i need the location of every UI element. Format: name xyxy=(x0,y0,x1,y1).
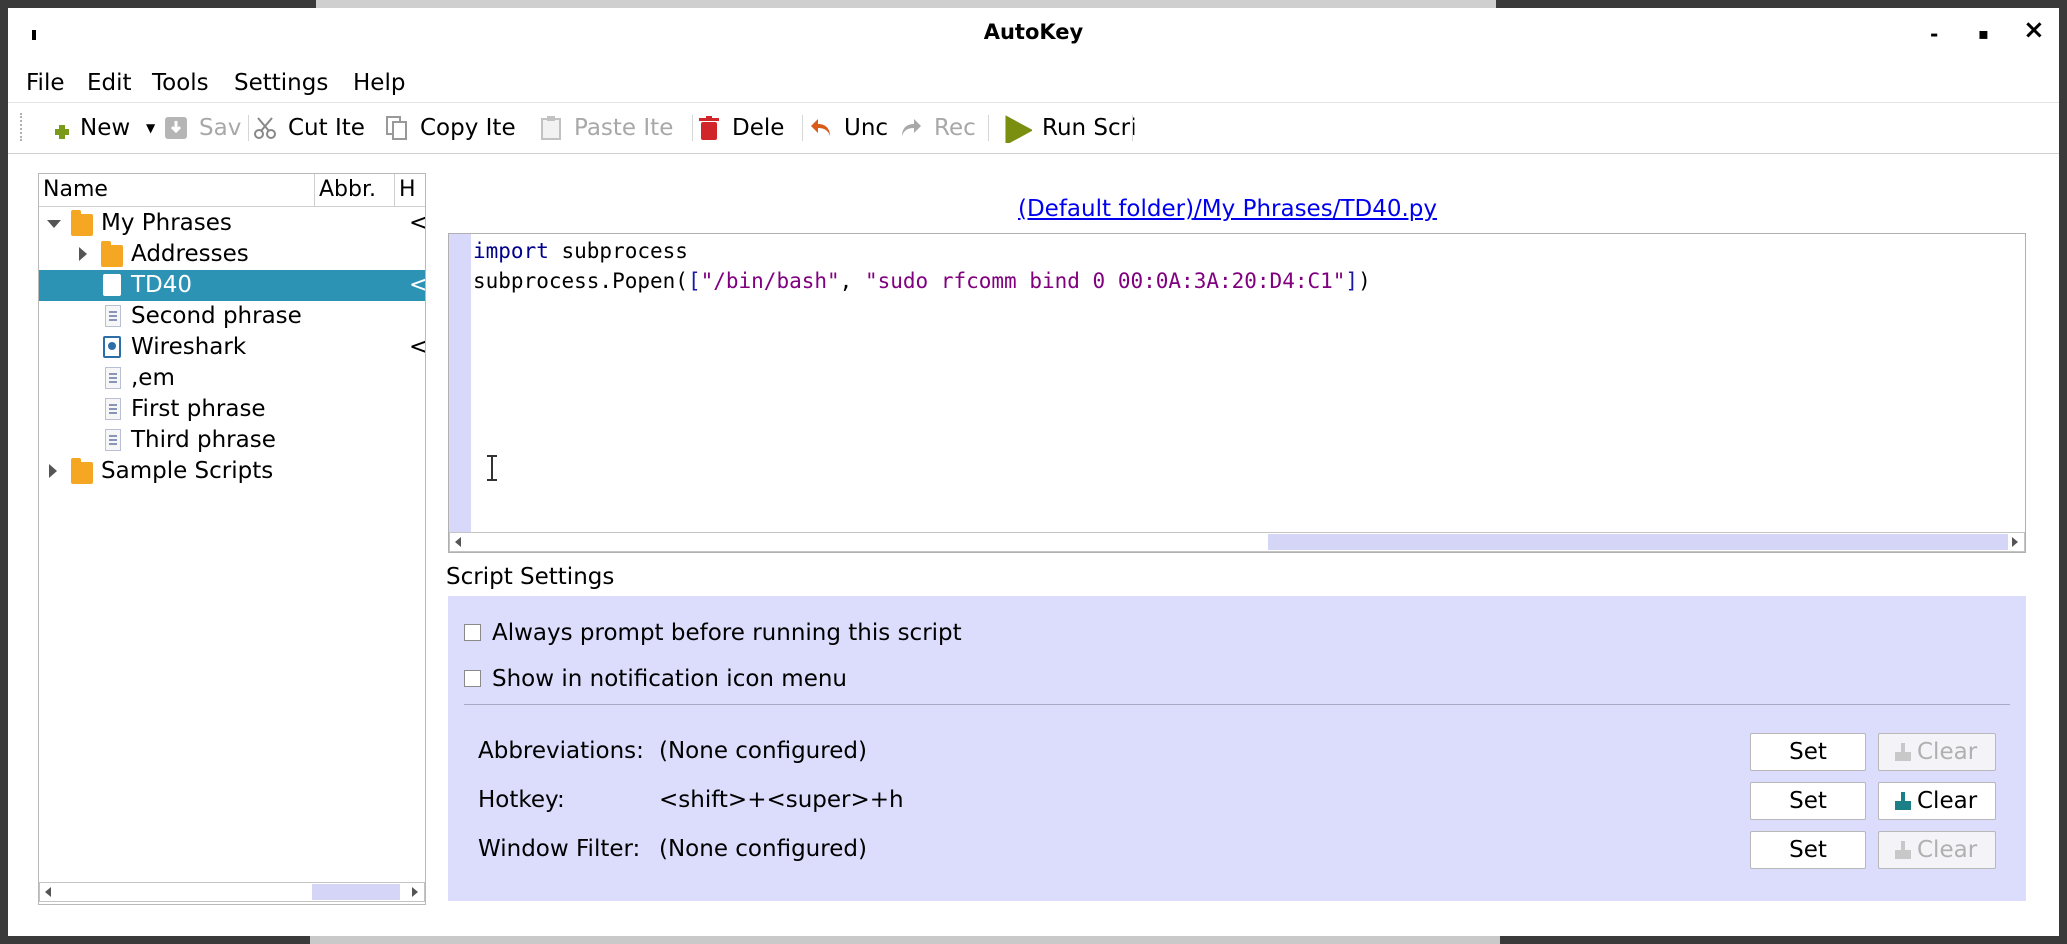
undo-button[interactable]: Unc xyxy=(808,103,894,153)
code-text: import subprocess subprocess.Popen(["/bi… xyxy=(473,239,1371,293)
checkbox-box[interactable] xyxy=(464,624,481,641)
hotkey-set-button[interactable]: Set xyxy=(1750,782,1866,820)
abbreviations-set-button[interactable]: Set xyxy=(1750,733,1866,771)
new-button[interactable]: New ▼ xyxy=(50,103,158,153)
chevron-down-icon[interactable] xyxy=(47,220,61,228)
tree-item-third-phrase[interactable]: Third phrase xyxy=(39,425,425,456)
delete-button[interactable]: Dele xyxy=(696,103,800,153)
trash-icon xyxy=(699,116,719,140)
scroll-left-icon[interactable] xyxy=(455,537,461,547)
menu-tools[interactable]: Tools xyxy=(152,70,209,96)
column-abbr-header[interactable]: Abbr. xyxy=(315,174,395,206)
toolbar-grip[interactable] xyxy=(20,113,25,141)
background-window-edge xyxy=(316,0,1496,8)
scrollbar-thumb[interactable] xyxy=(312,884,400,900)
background-window-edge xyxy=(310,936,1500,944)
tree-item-wireshark[interactable]: Wireshark < xyxy=(39,332,425,363)
folder-icon xyxy=(71,210,93,236)
add-icon xyxy=(55,125,69,139)
play-icon xyxy=(1005,115,1032,143)
chevron-down-icon: ▼ xyxy=(146,121,156,135)
menu-file[interactable]: File xyxy=(26,70,65,96)
scroll-right-icon[interactable] xyxy=(2012,537,2018,547)
close-button[interactable]: × xyxy=(2023,17,2045,43)
phrase-icon xyxy=(105,429,121,451)
folder-tree[interactable]: Name Abbr. H My Phrases < Addresses TD40… xyxy=(38,173,426,905)
hotkey-value: <shift>+<super>+h xyxy=(659,787,904,813)
clear-icon xyxy=(1895,743,1911,761)
cut-button[interactable]: Cut Ite xyxy=(252,103,380,153)
phrase-icon xyxy=(105,398,121,420)
hotkey-clear-button[interactable]: Clear xyxy=(1878,782,1996,820)
tree-item-em[interactable]: ,em xyxy=(39,363,425,394)
tree-horizontal-scrollbar[interactable] xyxy=(39,882,425,902)
column-hotkey-header[interactable]: H xyxy=(395,174,425,206)
tree-item-first-phrase[interactable]: First phrase xyxy=(39,394,425,425)
title-bar: AutoKey - ▪ × xyxy=(8,8,2059,58)
window-filter-set-button[interactable]: Set xyxy=(1750,831,1866,869)
phrase-icon xyxy=(105,305,121,327)
script-icon xyxy=(103,274,121,296)
paste-icon xyxy=(541,116,561,140)
toolbar-separator xyxy=(1132,115,1133,141)
script-settings-title: Script Settings xyxy=(446,564,615,590)
folder-icon xyxy=(101,241,123,267)
menu-settings[interactable]: Settings xyxy=(234,70,328,96)
redo-icon xyxy=(902,119,921,136)
clear-icon xyxy=(1895,792,1911,810)
scroll-right-icon[interactable] xyxy=(412,887,418,897)
abbreviations-clear-button[interactable]: Clear xyxy=(1878,733,1996,771)
save-button[interactable]: Sa​v xyxy=(163,103,245,153)
maximize-button[interactable]: ▪ xyxy=(1978,22,1989,46)
tree-item-second-phrase[interactable]: Second phrase xyxy=(39,301,425,332)
folder-icon xyxy=(71,458,93,484)
settings-divider xyxy=(464,704,2010,705)
copy-button[interactable]: Copy Ite xyxy=(384,103,532,153)
scroll-left-icon[interactable] xyxy=(45,887,51,897)
tree-item-my-phrases[interactable]: My Phrases < xyxy=(39,208,425,239)
menu-edit[interactable]: Edit xyxy=(87,70,132,96)
abbreviations-label: Abbreviations: xyxy=(478,738,644,764)
text-cursor-icon xyxy=(487,455,497,481)
chevron-right-icon[interactable] xyxy=(79,247,87,261)
tree-item-sample-scripts[interactable]: Sample Scripts xyxy=(39,456,425,487)
run-script-button[interactable]: Run Scri xyxy=(996,103,1144,153)
editor-horizontal-scrollbar[interactable] xyxy=(449,532,2025,552)
clear-icon xyxy=(1895,841,1911,859)
copy-icon xyxy=(386,116,407,140)
window-filter-clear-button[interactable]: Clear xyxy=(1878,831,1996,869)
autokey-window: AutoKey - ▪ × File Edit Tools Settings H… xyxy=(8,8,2059,936)
minimize-button[interactable]: - xyxy=(1930,22,1938,46)
abbreviations-value: (None configured) xyxy=(659,738,867,764)
toolbar-separator xyxy=(248,115,249,141)
phrase-icon xyxy=(105,367,121,389)
undo-icon xyxy=(811,119,830,136)
toolbar-separator xyxy=(692,115,693,141)
menu-bar: File Edit Tools Settings Help xyxy=(8,58,2059,103)
save-icon xyxy=(165,117,187,139)
window-filter-value: (None configured) xyxy=(659,836,867,862)
column-name-header[interactable]: Name xyxy=(39,174,315,206)
menu-help[interactable]: Help xyxy=(353,70,405,96)
scissors-icon xyxy=(254,117,276,139)
toolbar-separator xyxy=(988,115,989,141)
toolbar-separator xyxy=(802,115,803,141)
window-title: AutoKey xyxy=(983,20,1084,44)
paste-button[interactable]: Paste Ite xyxy=(538,103,690,153)
script-settings-panel: Always prompt before running this script… xyxy=(448,596,2026,901)
editor-gutter xyxy=(449,234,471,532)
tree-header: Name Abbr. H xyxy=(39,174,425,207)
hotkey-label: Hotkey: xyxy=(478,787,565,813)
tree-item-td40[interactable]: TD40 < xyxy=(39,270,425,301)
toolbar: New ▼ Sa​v Cut Ite Copy Ite Paste Ite De… xyxy=(8,103,2059,154)
script-path-link[interactable]: (Default folder)/My Phrases/TD40.py xyxy=(1018,196,1437,222)
redo-button[interactable]: Rec xyxy=(898,103,984,153)
window-filter-label: Window Filter: xyxy=(478,836,641,862)
tree-item-addresses[interactable]: Addresses xyxy=(39,239,425,270)
checkbox-box[interactable] xyxy=(464,670,481,687)
chevron-right-icon[interactable] xyxy=(49,464,57,478)
scrollbar-thumb[interactable] xyxy=(1268,534,2008,550)
code-editor[interactable]: import subprocess subprocess.Popen(["/bi… xyxy=(448,233,2026,553)
script-icon xyxy=(103,336,121,358)
